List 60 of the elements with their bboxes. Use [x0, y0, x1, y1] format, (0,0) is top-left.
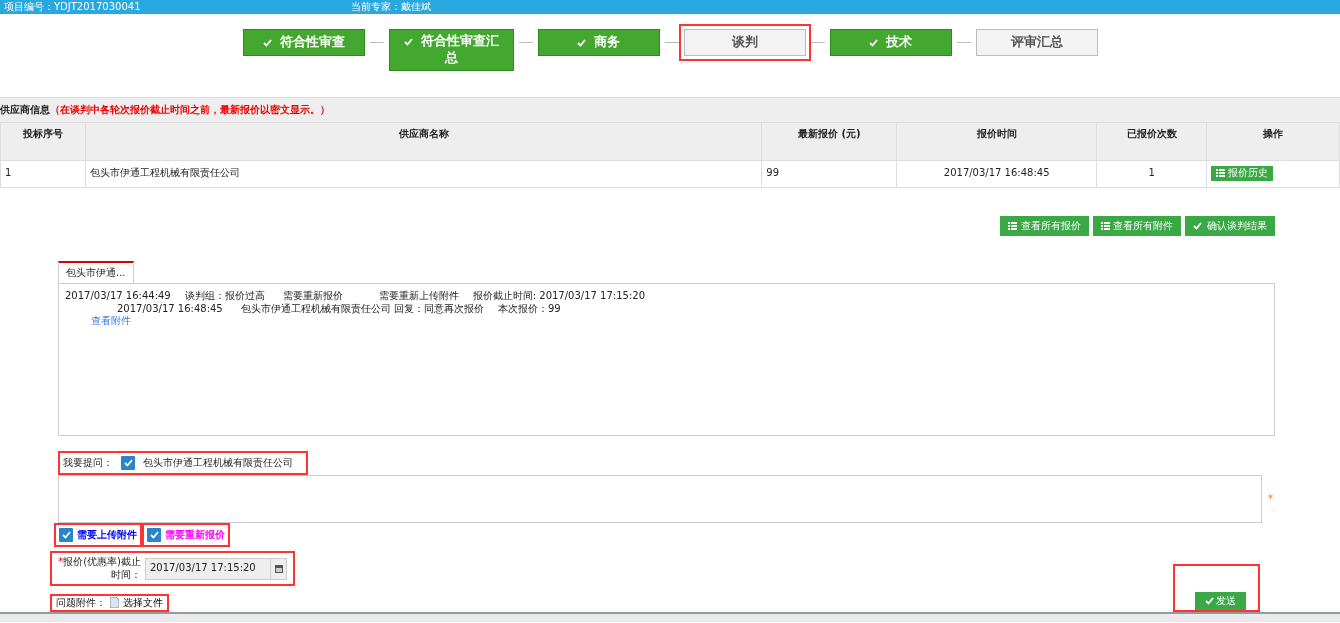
message-text: 2017/03/17 16:48:45 [117, 302, 223, 315]
notice-text: （在谈判中各轮次报价截止时间之前，最新报价以密文显示。） [50, 104, 330, 115]
table-cell: 99 [761, 160, 897, 187]
check-icon [577, 38, 586, 47]
attachment-label: 问题附件： [56, 596, 106, 609]
message-text: 2017/03/17 16:44:49 [65, 290, 171, 303]
deadline-label: 报价(优惠率)截止时间： [63, 556, 141, 580]
list-icon [1216, 169, 1225, 178]
step-tab[interactable]: 评审汇总 [975, 29, 1098, 56]
action-button[interactable]: 查看所有附件 [1092, 215, 1181, 236]
check-icon [1192, 221, 1202, 230]
table-cell: 1 [0, 160, 86, 187]
option-label: 需要上传附件 [77, 528, 137, 542]
table-cell: 1 [1096, 160, 1207, 187]
check-icon [262, 38, 272, 47]
list-icon [1100, 221, 1110, 230]
project-number: 项目编号：YDJT2017030041 [3, 0, 141, 14]
required-mark: * [1268, 492, 1273, 506]
checkbox[interactable] [59, 528, 73, 542]
history-button[interactable]: 报价历史 [1211, 166, 1274, 181]
required-mark: * [58, 556, 64, 567]
message-text: 需要重新报价 [282, 290, 343, 303]
checkbox[interactable] [121, 456, 135, 470]
message-text: 本次报价：99 [497, 302, 561, 315]
supplier-name: 包头市伊通工程机械有限责任公司 [143, 456, 293, 470]
expert-name: 当前专家：戴佳斌 [350, 0, 431, 14]
list-icon [1008, 221, 1018, 230]
action-button[interactable]: 查看所有报价 [1000, 215, 1089, 236]
checkbox[interactable] [147, 528, 161, 542]
step-tab[interactable]: 商务 [537, 29, 660, 56]
column-header: 已报价次数 [1096, 122, 1207, 160]
attachment-link[interactable]: 查看附件 [91, 315, 131, 328]
calendar-icon[interactable] [270, 558, 286, 579]
send-button[interactable]: 发送 [1195, 591, 1246, 610]
column-header: 最新报价 (元) [761, 122, 897, 160]
column-header: 投标序号 [0, 122, 86, 160]
message-text: 报价截止时间: 2017/03/17 17:15:20 [472, 290, 645, 303]
check-icon [1205, 596, 1214, 605]
choose-file-button[interactable]: 选择文件 [110, 596, 163, 609]
file-icon [110, 597, 119, 609]
option-label: 需要重新报价 [165, 528, 225, 542]
question-label: 我要提问： [63, 456, 113, 470]
section-title: 供应商信息 [0, 104, 50, 115]
check-icon [403, 37, 413, 46]
date-field[interactable]: 2017/03/17 17:15:20 [145, 557, 287, 580]
step-tab[interactable]: 符合性审查 [242, 29, 365, 56]
message-text: 包头市伊通工程机械有限责任公司 回复：同意再次报价 [240, 302, 484, 315]
step-tab[interactable]: 谈判 [683, 29, 806, 56]
step-tab[interactable]: 符合性审查汇总 [388, 29, 514, 71]
table-cell: 2017/03/17 16:48:45 [896, 160, 1097, 187]
step-tab[interactable]: 技术 [829, 29, 952, 56]
message-text: 谈判组：报价过高 [184, 290, 265, 303]
table-cell: 包头市伊通工程机械有限责任公司 [85, 160, 762, 187]
message-text: 需要重新上传附件 [378, 290, 459, 303]
column-header: 报价时间 [896, 122, 1097, 160]
action-button[interactable]: 确认谈判结果 [1184, 215, 1275, 236]
supplier-tab[interactable]: 包头市伊通... [58, 261, 134, 283]
check-icon [869, 38, 878, 47]
column-header: 供应商名称 [85, 122, 762, 160]
column-header: 操作 [1206, 122, 1340, 160]
